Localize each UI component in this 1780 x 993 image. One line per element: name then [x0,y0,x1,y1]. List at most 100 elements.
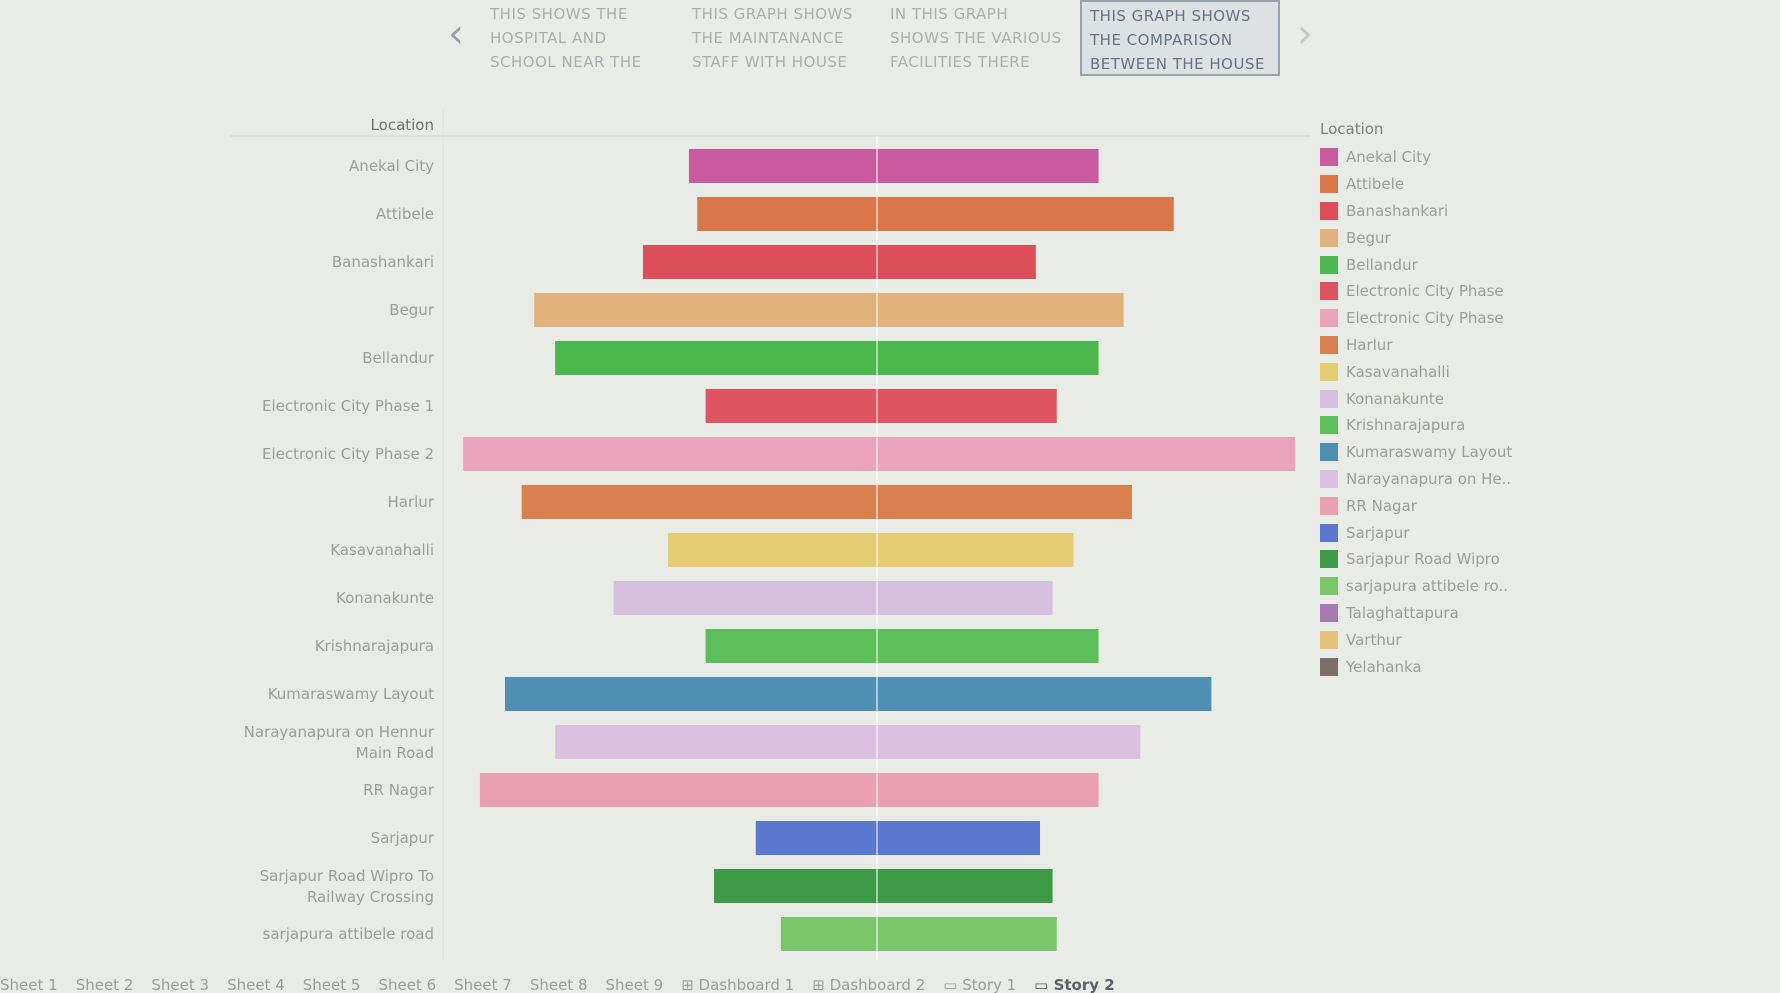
legend-label: Krishnarajapura [1346,416,1466,435]
row-label-line: Sarjapur Road Wipro To [260,867,434,885]
row-label-line: sarjapura attibele road [263,925,434,943]
legend-label: Sarjapur Road Wipro [1346,550,1500,569]
bar-kumaraswamy-layout [504,677,1212,711]
tab-sheet-5[interactable]: Sheet 5 [303,976,361,993]
legend-item[interactable]: Talaghattapura [1320,600,1620,627]
story-point-2[interactable]: THIS GRAPH SHOWS THE MAINTANANCE STAFF W… [684,0,866,76]
tab-label: Sheet 5 [302,976,361,993]
legend-item[interactable]: Attibele [1320,171,1620,198]
legend-item[interactable]: Sarjapur [1320,519,1620,546]
legend-item[interactable]: sarjapura attibele ro.. [1320,573,1620,600]
row-label-line: Anekal City [349,157,434,175]
story-point-3[interactable]: IN THIS GRAPH SHOWS THE VARIOUS FACILITI… [882,0,1072,76]
legend-label: Harlur [1346,335,1393,354]
row-label: Banashankari [332,253,434,271]
tab-label: Sheet 3 [151,976,210,993]
legend-label: Kasavanahalli [1346,362,1450,381]
legend-item[interactable]: Krishnarajapura [1320,412,1620,439]
row-label-line: Sarjapur [371,829,435,847]
story-point-4[interactable]: THIS GRAPH SHOWS THE COMPARISON BETWEEN … [1080,0,1280,76]
row-label-line: Krishnarajapura [315,637,434,655]
story-icon: ▭ [943,976,963,993]
legend-item[interactable]: Anekal City [1320,144,1620,171]
row-label-line: Kumaraswamy Layout [268,685,434,703]
legend-swatch [1320,496,1338,515]
bar-sarjapur-road-wipro-to-railway-crossing [713,869,1053,903]
tab-label: Story 1 [962,976,1017,993]
tab-label: Sheet 7 [454,976,512,993]
tab-sheet-7[interactable]: Sheet 7 [454,976,512,993]
legend-item[interactable]: Narayanapura on He.. [1320,466,1620,493]
bar-kasavanahalli [668,533,1074,567]
story-point-1[interactable]: THIS SHOWS THE HOSPITAL AND SCHOOL NEAR … [482,0,652,76]
row-label-line: Electronic City Phase 2 [262,445,434,463]
bar-attibele [697,197,1174,231]
bar-rr-nagar [479,773,1099,807]
legend-swatch [1320,577,1338,596]
tab-sheet-9[interactable]: Sheet 9 [606,976,664,993]
legend-swatch [1320,550,1338,569]
legend-swatch [1320,148,1338,167]
legend-item[interactable]: Varthur [1320,626,1620,653]
previous-story-point-button[interactable]: ‹ [441,14,471,54]
legend-swatch [1320,335,1338,354]
tab-sheet-2[interactable]: Sheet 2 [76,976,134,993]
row-label: Krishnarajapura [315,637,434,655]
tab-story-2[interactable]: ▭ Story 2 [1034,976,1115,993]
legend-label: Narayanapura on He.. [1346,469,1512,488]
row-label: Anekal City [349,157,434,175]
tab-sheet-8[interactable]: Sheet 8 [530,976,588,993]
legend-item[interactable]: Banashankari [1320,198,1620,225]
chevron-right-icon: › [1297,11,1313,57]
tab-sheet-3[interactable]: Sheet 3 [151,976,209,993]
tab-sheet-4[interactable]: Sheet 4 [227,976,285,993]
tab-sheet-6[interactable]: Sheet 6 [378,976,436,993]
bar-banashankari [642,245,1036,279]
legend-item[interactable]: Kasavanahalli [1320,358,1620,385]
tab-story-1[interactable]: ▭ Story 1 [943,976,1016,993]
row-label: RR Nagar [363,781,435,799]
legend-title: Location [1320,120,1384,138]
tab-label: Sheet 6 [378,976,437,993]
row-label-line: Attibele [376,205,434,223]
legend-label: sarjapura attibele ro.. [1346,577,1509,596]
next-story-point-button[interactable]: › [1290,14,1320,54]
legend-item[interactable]: Harlur [1320,332,1620,359]
legend-item[interactable]: Bellandur [1320,251,1620,278]
row-label: Sarjapur [371,829,435,847]
bar-konanakunte [613,581,1053,615]
row-label-line: Electronic City Phase 1 [262,397,434,415]
legend-label: Varthur [1346,630,1402,649]
row-label-line: Bellandur [362,349,435,367]
legend-item[interactable]: Sarjapur Road Wipro [1320,546,1620,573]
legend-item[interactable]: Electronic City Phase [1320,278,1620,305]
legend-label: Electronic City Phase [1346,309,1504,328]
legend-swatch [1320,657,1338,676]
legend-label: Talaghattapura [1346,603,1459,622]
tab-label: Dashboard 1 [698,976,795,993]
row-label-line: Konanakunte [336,589,434,607]
row-label-line: Banashankari [332,253,434,271]
legend-swatch [1320,228,1338,247]
legend-item[interactable]: RR Nagar [1320,492,1620,519]
tab-dashboard-1[interactable]: ⊞ Dashboard 1 [681,976,794,993]
legend-swatch [1320,523,1338,542]
legend-item[interactable]: Yelahanka [1320,653,1620,680]
legend-swatch [1320,603,1338,622]
legend-item[interactable]: Kumaraswamy Layout [1320,439,1620,466]
legend-item[interactable]: Electronic City Phase [1320,305,1620,332]
legend-label: Yelahanka [1346,657,1422,676]
tab-dashboard-2[interactable]: ⊞ Dashboard 2 [812,976,925,993]
legend-label: Attibele [1346,175,1405,194]
legend-swatch [1320,255,1338,274]
chevron-left-icon: ‹ [448,11,464,57]
tab-sheet-1[interactable]: Sheet 1 [0,976,58,993]
row-label: Kasavanahalli [330,541,434,559]
row-label: Electronic City Phase 2 [262,445,434,463]
legend-item[interactable]: Begur [1320,224,1620,251]
story-navigator: ‹ THIS SHOWS THE HOSPITAL AND SCHOOL NEA… [0,0,1780,80]
legend-swatch [1320,309,1338,328]
bar-narayanapura-on-hennur-main-road [555,725,1141,759]
bar-electronic-city-phase-2 [463,437,1295,471]
legend-item[interactable]: Konanakunte [1320,385,1620,412]
